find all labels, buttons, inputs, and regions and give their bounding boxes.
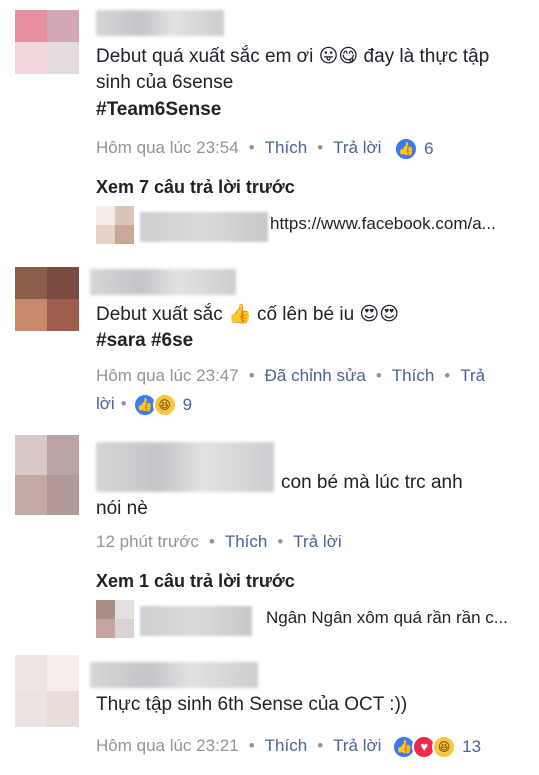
author-name[interactable] [96,10,224,36]
timestamp[interactable]: Hôm qua lúc 23:21 [96,736,239,755]
reply-text: https://www.facebook.com/a... [270,214,496,233]
reply-preview[interactable]: https://www.facebook.com/a... [96,206,525,246]
like-link[interactable]: Thích [225,532,268,551]
comment-text: Thực tập sinh 6th Sense của OCT :)) [96,694,408,715]
comment-text-cont: nói nè [96,498,148,519]
author-name [140,212,268,242]
comment-meta: Hôm qua lúc 23:54 • Thích • Trả lời 👍 6 [96,134,525,163]
comment-meta: Hôm qua lúc 23:21 • Thích • Trả lời 👍 ♥ 😆 13 [96,732,525,761]
like-link[interactable]: Thích [392,366,435,385]
like-icon: 👍 [394,136,419,161]
reply-text: Ngân Ngân xôm quá rần rần c... [266,608,508,627]
timestamp[interactable]: 12 phút trước [96,532,199,551]
timestamp[interactable]: Hôm qua lúc 23:47 [96,366,239,385]
edited-link[interactable]: Đã chỉnh sửa [265,366,366,385]
avatar[interactable] [15,435,79,515]
reactions[interactable]: 👍 😆 9 [132,391,193,419]
comment-4: Thực tập sinh 6th Sense của OCT :)) Hôm … [0,650,539,775]
reactions[interactable]: 👍 ♥ 😆 13 [392,733,481,761]
reaction-count: 6 [424,138,434,158]
haha-icon: 😆 [432,734,457,759]
avatar [96,600,134,638]
comment-text: Debut xuất sắc 👍 cố lên bé iu 😍😍 [96,304,400,325]
reply-preview[interactable]: Ngân Ngân xôm quá rần rần c... [96,600,525,640]
comment-3: con bé mà lúc trc anh nói nè 12 phút trư… [0,430,539,560]
comment-meta-cont: lời • 👍 😆 9 [96,390,525,419]
hashtag[interactable]: #Team6Sense [96,97,221,123]
avatar[interactable] [15,267,79,331]
comment-text: con bé mà lúc trc anh [281,472,463,493]
like-link[interactable]: Thích [265,736,308,755]
reply-link[interactable]: Trả lời [333,138,381,157]
comment-meta: Hôm qua lúc 23:47 • Đã chỉnh sửa • Thích • Trả [96,366,486,385]
reply-link[interactable]: Trả lời [293,532,341,551]
author-name[interactable] [90,269,236,295]
avatar [96,206,134,244]
comment-2: Debut xuất sắc 👍 cố lên bé iu 😍😍 #sara #… [0,262,539,422]
reaction-count: 13 [462,736,482,756]
reply-link[interactable]: Trả [460,366,485,385]
like-link[interactable]: Thích [265,138,308,157]
view-previous-replies[interactable]: Xem 1 câu trả lời trước [96,571,295,592]
view-previous-replies[interactable]: Xem 7 câu trả lời trước [96,177,295,198]
hashtag[interactable]: #sara #6se [96,328,193,354]
avatar[interactable] [15,655,79,727]
avatar[interactable] [15,10,79,74]
comment-1: Debut quá xuất sắc em ơi 😛😋 đay là thực … [0,0,539,170]
timestamp[interactable]: Hôm qua lúc 23:54 [96,138,239,157]
comment-meta: 12 phút trước • Thích • Trả lời [96,532,342,551]
reply-link[interactable]: Trả lời [333,736,381,755]
reaction-count: 9 [182,394,193,414]
author-name[interactable] [90,662,258,688]
haha-icon: 😆 [152,392,177,417]
reactions[interactable]: 👍 6 [394,135,434,163]
author-name[interactable] [96,442,274,492]
comment-text: Debut quá xuất sắc em ơi 😛😋 đay là thực … [96,46,490,93]
author-name [140,606,252,636]
reply-link[interactable]: lời [96,394,115,413]
